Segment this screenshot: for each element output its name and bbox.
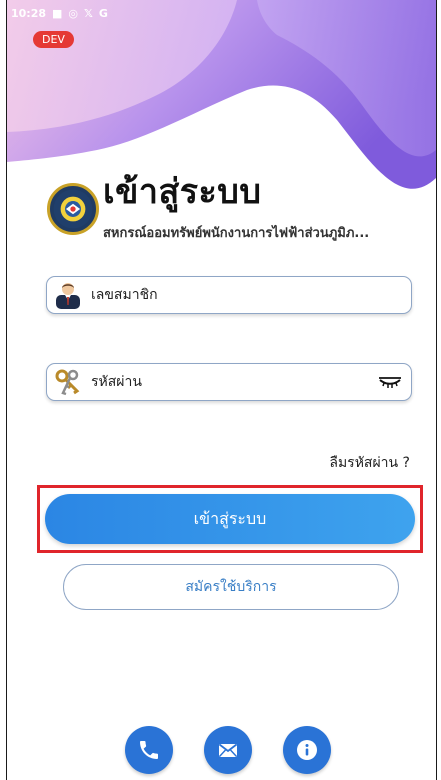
x-icon: 𝕏 — [84, 6, 93, 20]
password-field[interactable]: รหัสผ่าน — [46, 363, 412, 401]
info-icon — [297, 740, 317, 760]
member-number-placeholder: เลขสมาชิก — [91, 287, 158, 303]
page-title: เข้าสู่ระบบ — [103, 172, 262, 212]
user-avatar-icon — [56, 283, 80, 309]
notification-icon: ■ — [52, 6, 63, 20]
mail-icon — [218, 743, 238, 757]
phone-button[interactable] — [125, 726, 173, 774]
password-placeholder: รหัสผ่าน — [91, 374, 142, 390]
status-bar: 10:28 ■ ◎ 𝕏 G — [7, 0, 436, 26]
eye-closed-icon[interactable] — [377, 372, 403, 392]
info-button[interactable] — [283, 726, 331, 774]
app-screen: 10:28 ■ ◎ 𝕏 G DEV เข้าสู่ระบบ สหกรณ์ออมท… — [6, 0, 437, 780]
member-number-field[interactable]: เลขสมาชิก — [46, 276, 412, 314]
organization-name: สหกรณ์ออมทรัพย์พนักงานการไฟฟ้าส่วนภูมิภ.… — [103, 226, 370, 241]
status-time: 10:28 — [11, 6, 47, 20]
coop-logo — [47, 183, 99, 235]
phone-icon — [140, 741, 158, 759]
register-button[interactable]: สมัครใช้บริการ — [63, 564, 399, 610]
login-button[interactable]: เข้าสู่ระบบ — [45, 494, 415, 544]
keys-icon — [55, 369, 80, 396]
dev-badge: DEV — [33, 31, 74, 48]
g-icon: G — [98, 6, 108, 20]
email-button[interactable] — [204, 726, 252, 774]
forgot-password-link[interactable]: ลืมรหัสผ่าน ? — [329, 452, 410, 474]
instagram-icon: ◎ — [68, 6, 79, 20]
